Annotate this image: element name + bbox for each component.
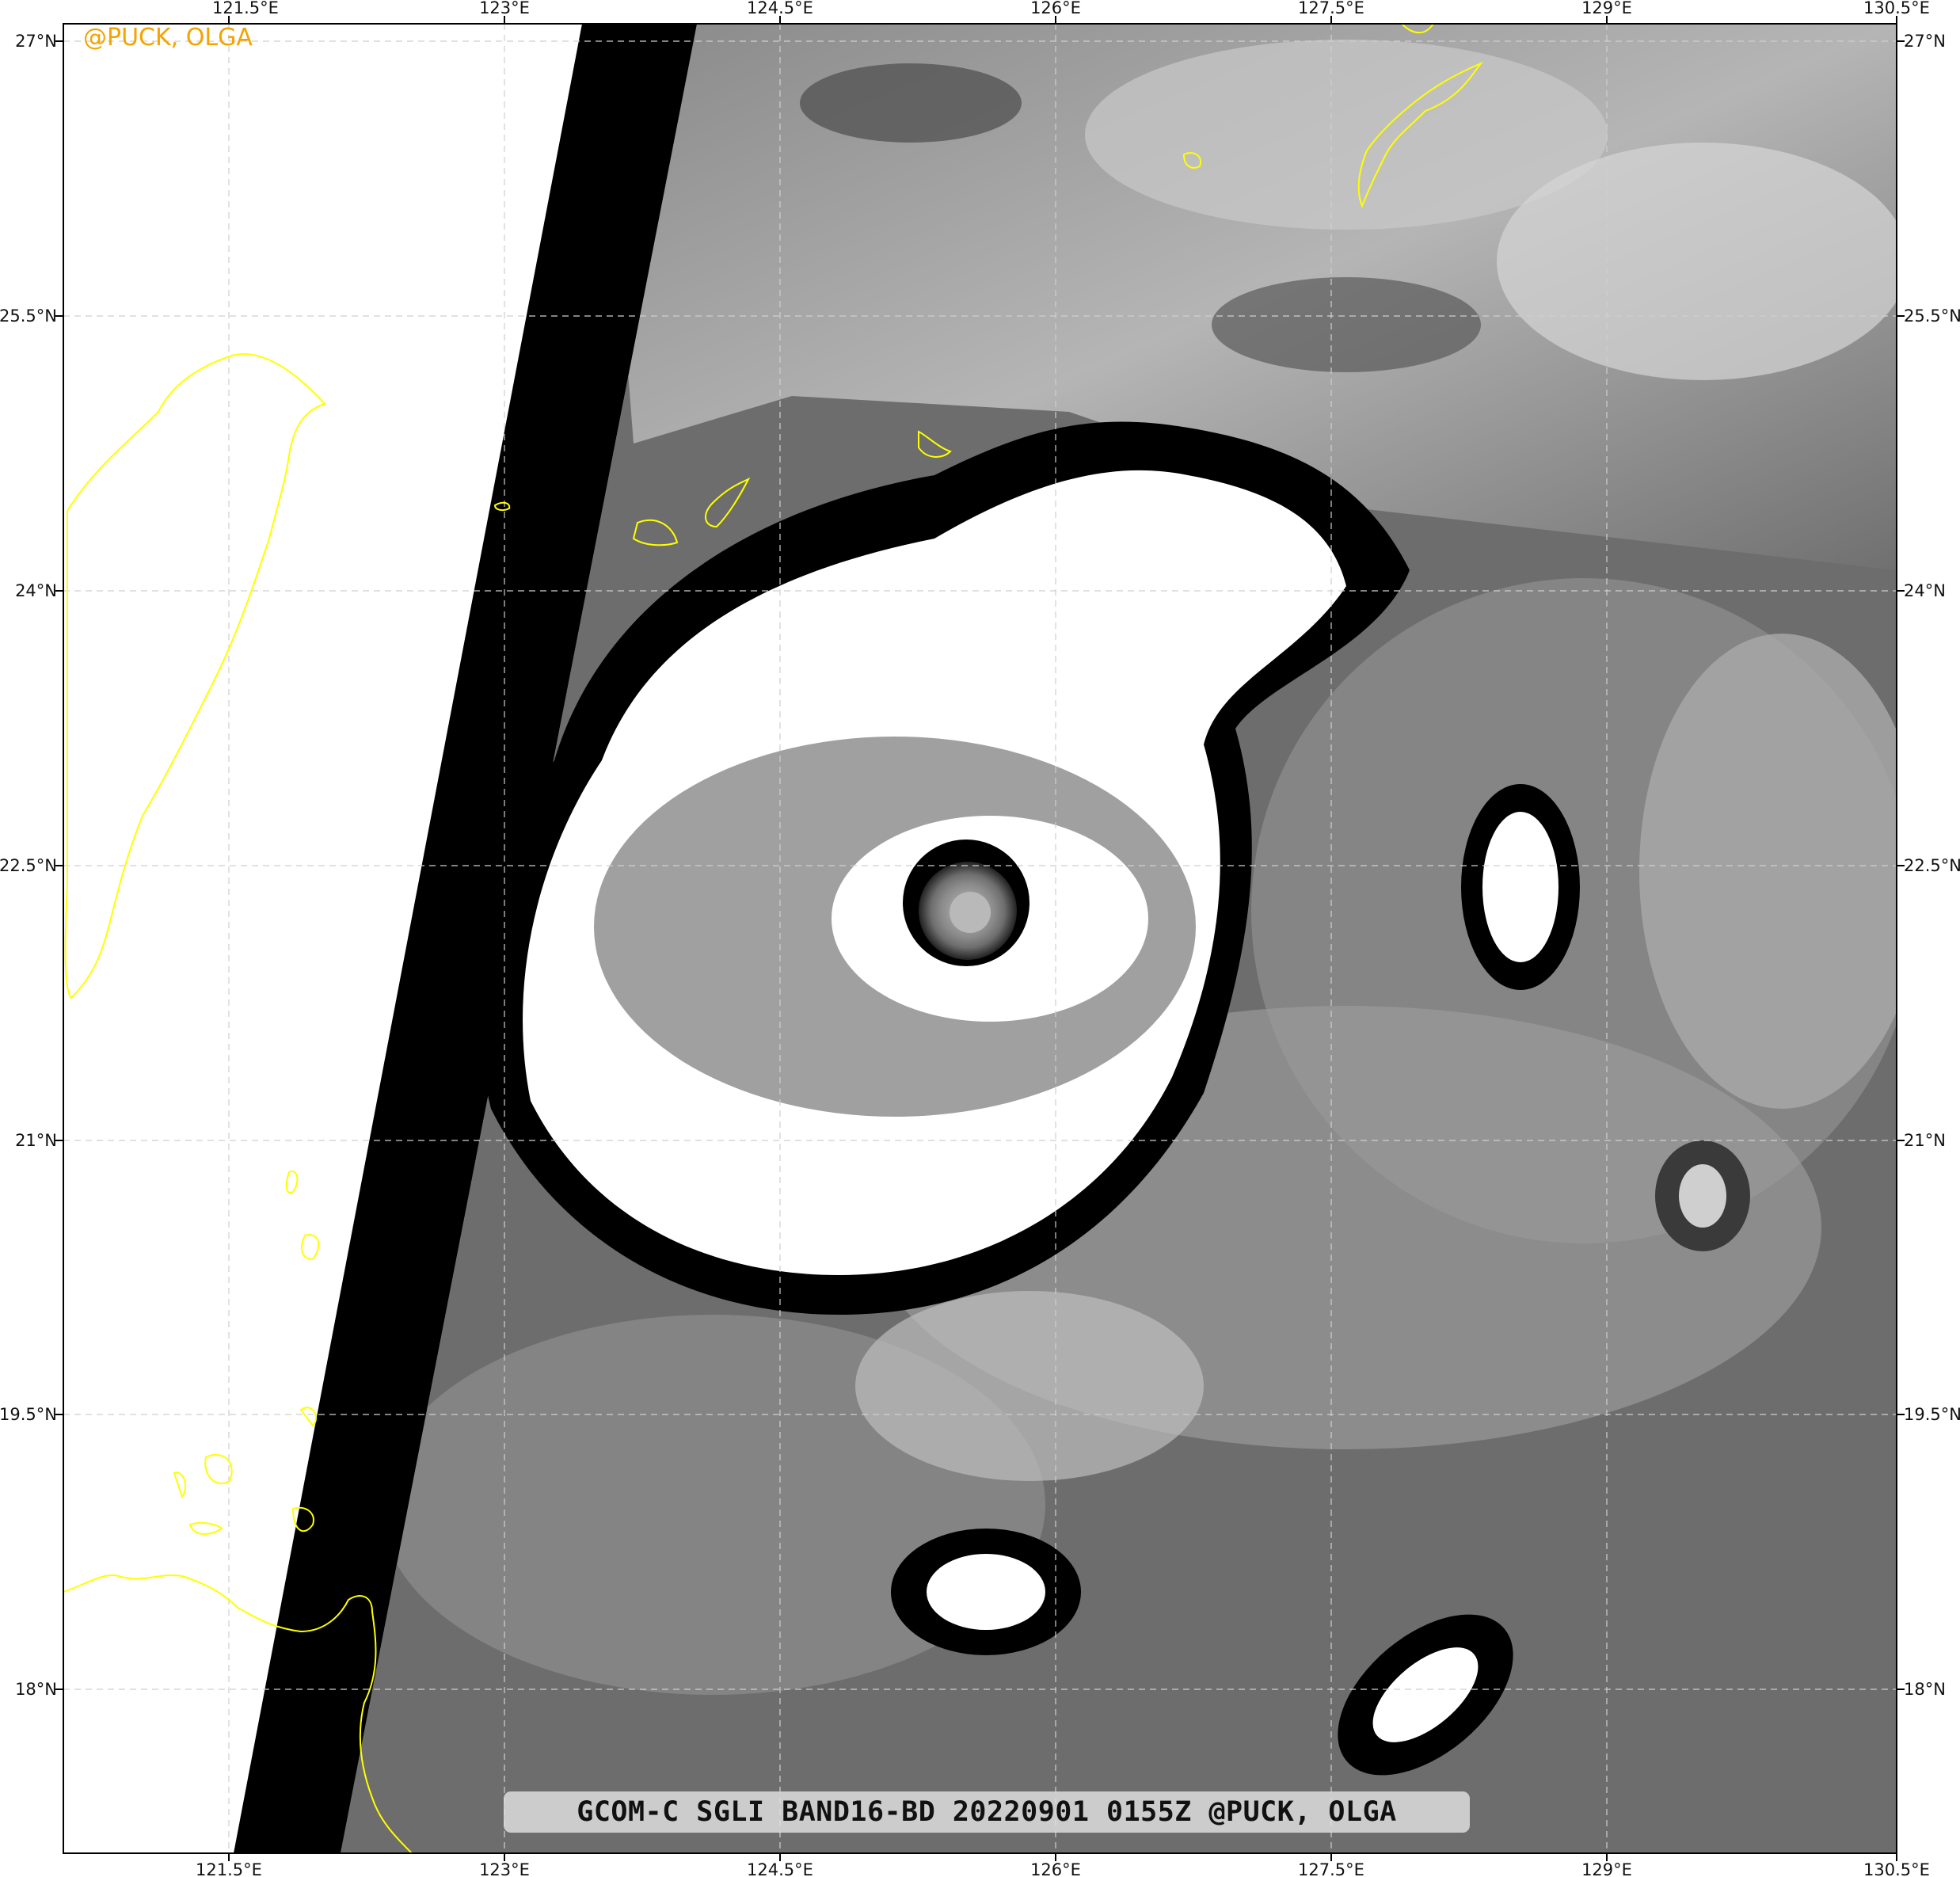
lon-label: 121.5°E	[196, 1860, 262, 1877]
lat-label: 18°N	[1904, 1680, 1946, 1699]
cloud-patch	[1639, 634, 1897, 1109]
lon-label: 127.5°E	[1298, 1860, 1364, 1877]
lat-label: 24°N	[1904, 581, 1946, 600]
lat-label: 22.5°N	[0, 856, 57, 875]
lon-label: 126°E	[1030, 0, 1081, 17]
lon-label: 130.5°E	[1863, 1860, 1930, 1877]
cloud-patch	[800, 63, 1022, 143]
lat-label: 22.5°N	[1904, 856, 1960, 875]
cloud-patch	[1212, 277, 1481, 372]
lat-label: 24°N	[15, 581, 57, 600]
latitude-labels-right: 27°N 25.5°N 24°N 22.5°N 21°N 19.5°N 18°N	[1904, 32, 1960, 1699]
lon-label: 124.5°E	[747, 1860, 813, 1877]
map-frame: 121.5°E 123°E 124.5°E 126°E 127.5°E 129°…	[0, 0, 1960, 1877]
convective-cell	[927, 1554, 1045, 1630]
lat-label: 18°N	[15, 1680, 57, 1699]
lon-label: 121.5°E	[212, 0, 279, 17]
lat-label: 21°N	[1904, 1131, 1946, 1150]
watermark-label: @PUCK, OLGA	[83, 24, 253, 51]
lat-label: 27°N	[15, 32, 57, 51]
lon-label: 129°E	[1581, 0, 1632, 17]
cloud-patch	[1497, 143, 1897, 380]
longitude-labels-top: 121.5°E 123°E 124.5°E 126°E 127.5°E 129°…	[212, 0, 1930, 17]
lon-label: 126°E	[1030, 1860, 1081, 1877]
lat-label: 25.5°N	[1904, 306, 1960, 326]
lon-label: 123°E	[479, 0, 530, 17]
cloud-patch	[855, 1291, 1204, 1481]
lat-label: 25.5°N	[0, 306, 57, 326]
typhoon-eye-center	[950, 892, 991, 933]
lon-label: 123°E	[479, 1860, 530, 1877]
lon-label: 129°E	[1581, 1860, 1632, 1877]
convective-cell	[1482, 812, 1558, 962]
lat-label: 19.5°N	[1904, 1405, 1960, 1424]
lat-label: 21°N	[15, 1131, 57, 1150]
image-caption: GCOM-C SGLI BAND16-BD 20220901 0155Z @PU…	[504, 1791, 1470, 1833]
latitude-labels-left: 27°N 25.5°N 24°N 22.5°N 21°N 19.5°N 18°N	[0, 32, 57, 1699]
convective-cell	[1679, 1164, 1726, 1228]
lon-label: 124.5°E	[747, 0, 813, 17]
lon-label: 130.5°E	[1863, 0, 1930, 17]
lon-label: 127.5°E	[1298, 0, 1364, 17]
lat-label: 19.5°N	[0, 1405, 57, 1424]
lat-label: 27°N	[1904, 32, 1946, 51]
longitude-labels-bottom: 121.5°E 123°E 124.5°E 126°E 127.5°E 129°…	[196, 1860, 1930, 1877]
